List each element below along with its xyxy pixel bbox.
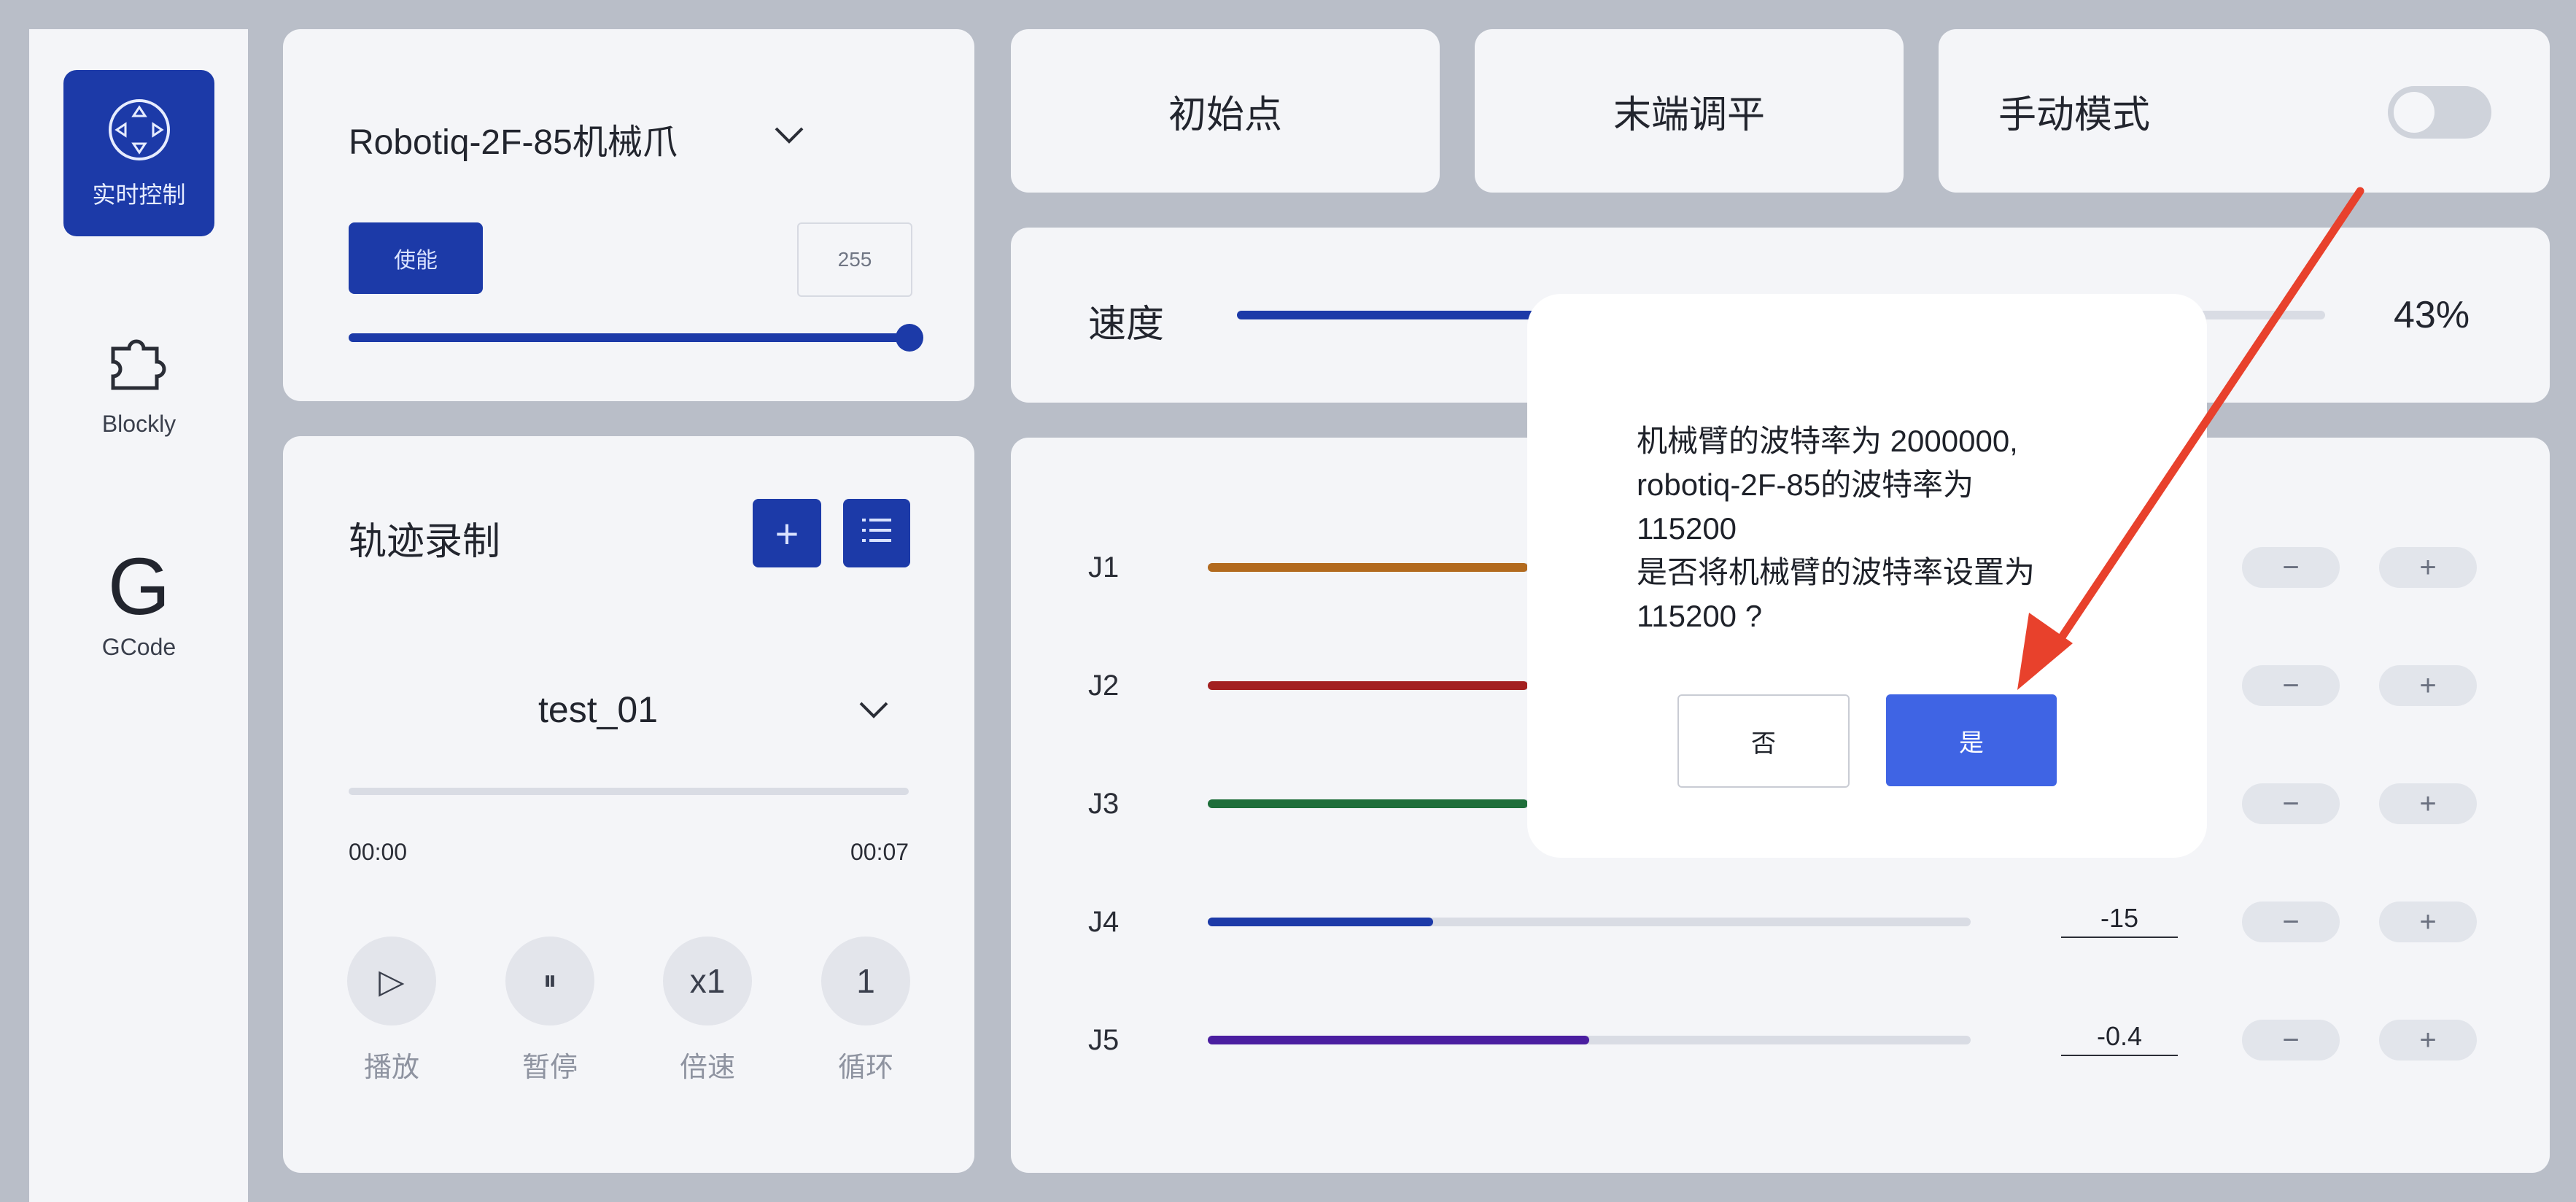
annotation-arrow-icon xyxy=(2017,187,2364,690)
app-root: 实时控制 Blockly G GCode Robotiq-2F-85机械爪 使能… xyxy=(0,0,2576,1202)
